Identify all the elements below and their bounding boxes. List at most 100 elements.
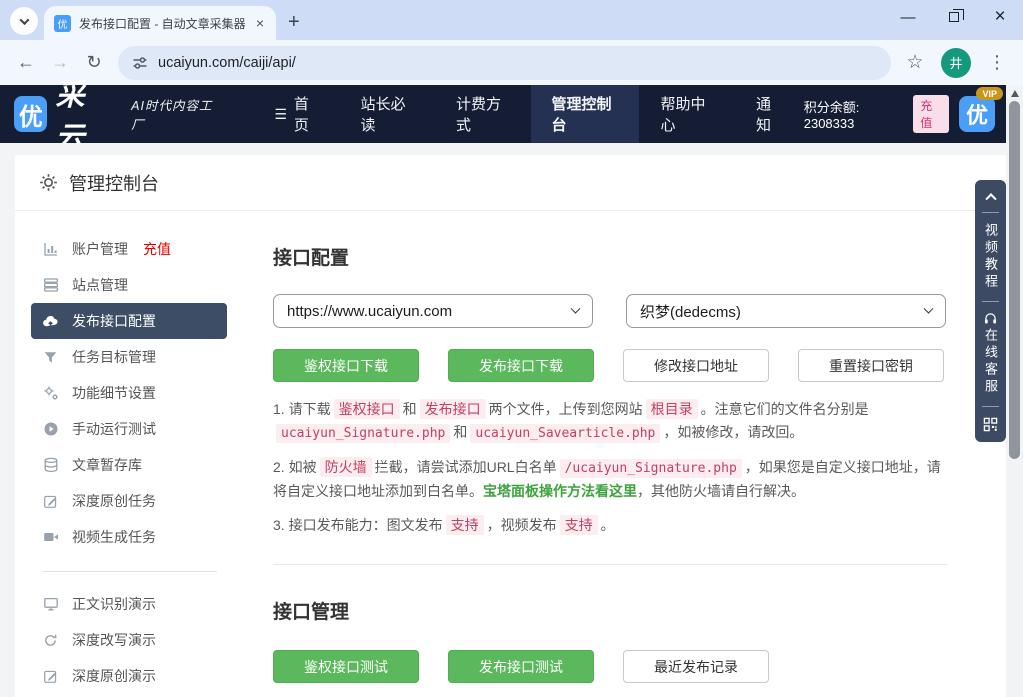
page-header: 管理控制台 (15, 155, 1006, 211)
tab-close-icon[interactable]: × (254, 15, 266, 31)
menu-label: 站长必读 (361, 93, 415, 135)
inline-text: 。注意它们的文件名分别是 (701, 401, 869, 417)
sidebar-item-article-store[interactable]: 文章暂存库 (31, 447, 227, 483)
menu-item-notice[interactable]: 通知 (735, 85, 804, 143)
sidebar-item-content-demo[interactable]: 正文识别演示 (31, 586, 227, 622)
menu-item-must-read[interactable]: 站长必读 (340, 85, 436, 143)
publish-api-download-button[interactable]: 发布接口下载 (448, 349, 594, 382)
sidebar-item-manual-test[interactable]: 手动运行测试 (31, 411, 227, 447)
main-content: 接口配置 https://www.ucaiyun.com 织梦(dedecms)… (243, 225, 1006, 697)
inline-code: /ucaiyun_Signature.php (560, 459, 742, 478)
server-icon (42, 277, 59, 294)
inline-link[interactable]: 宝塔面板操作方法看这里 (483, 483, 637, 499)
browser-toolbar: ← → ↻ ucaiyun.com/caiji/api/ ☆ 井 ⋮ (0, 40, 1023, 85)
inline-text: 拦截，请尝试添加URL白名单 (375, 459, 557, 475)
sidebar-divider (42, 571, 217, 572)
play-circle-icon (42, 421, 59, 438)
panel-divider (982, 301, 999, 302)
online-service-link[interactable]: 在线客服 (984, 328, 997, 396)
sidebar-item-deep-original-task[interactable]: 深度原创任务 (31, 483, 227, 519)
site-select-value: https://www.ucaiyun.com (287, 303, 452, 320)
back-button[interactable]: ← (10, 47, 42, 79)
menu-item-home[interactable]: ☰ 首页 (253, 85, 339, 143)
scrollbar-thumb[interactable] (1009, 101, 1020, 459)
section-title-interface-config: 接口配置 (273, 243, 948, 270)
menu-item-help[interactable]: 帮助中心 (639, 85, 735, 143)
note-2: 2. 如被防火墙拦截，请尝试添加URL白名单/ucaiyun_Signature… (273, 456, 948, 503)
publish-api-test-button[interactable]: 发布接口测试 (448, 650, 594, 683)
bookmark-star-icon[interactable]: ☆ (899, 47, 931, 79)
sidebar-label: 正文识别演示 (72, 594, 156, 614)
auth-api-test-button[interactable]: 鉴权接口测试 (273, 650, 419, 683)
content-card: 管理控制台 账户管理 充值 站点管理 (15, 155, 1006, 697)
url-bar[interactable]: ucaiyun.com/caiji/api/ (118, 46, 891, 80)
sidebar-item-video-task[interactable]: 视频生成任务 (31, 519, 227, 555)
site-logo[interactable]: 优 采云 AI时代内容工厂 (14, 85, 219, 143)
browser-tab[interactable]: 优 发布接口配置 - 自动文章采集器 × (44, 6, 276, 40)
menu-label: 管理控制台 (552, 93, 619, 135)
select-row: https://www.ucaiyun.com 织梦(dedecms) (273, 294, 948, 328)
inline-code: 发布接口 (420, 399, 486, 419)
restore-button[interactable] (931, 0, 977, 34)
cms-select[interactable]: 织梦(dedecms) (626, 294, 946, 328)
sidebar-item-account[interactable]: 账户管理 充值 (31, 231, 227, 267)
user-avatar[interactable]: 优 VIP (959, 96, 995, 132)
sidebar-item-sites[interactable]: 站点管理 (31, 267, 227, 303)
inline-text: ，如被修改，请改回。 (663, 424, 803, 440)
reset-api-key-button[interactable]: 重置接口密钥 (798, 349, 944, 382)
manage-buttons-row: 鉴权接口测试 发布接口测试 最近发布记录 (273, 650, 948, 683)
inline-text: 和 (403, 401, 417, 417)
sidebar-item-original-demo[interactable]: 深度原创演示 (31, 658, 227, 694)
site-select[interactable]: https://www.ucaiyun.com (273, 294, 593, 328)
sidebar-item-publish-api[interactable]: 发布接口配置 (31, 303, 227, 339)
modify-api-address-button[interactable]: 修改接口地址 (623, 349, 769, 382)
section-title-interface-manage: 接口管理 (273, 597, 948, 624)
inline-text: 和 (453, 424, 467, 440)
auth-api-download-button[interactable]: 鉴权接口下载 (273, 349, 419, 382)
inline-code: 根目录 (646, 399, 698, 419)
points-balance: 积分余额: 2308333 (804, 97, 904, 131)
sidebar-item-task-targets[interactable]: 任务目标管理 (31, 339, 227, 375)
browser-profile-avatar[interactable]: 井 (941, 48, 971, 78)
panel-divider (982, 406, 999, 407)
recharge-link[interactable]: 充值 (143, 239, 171, 259)
inline-code: 鉴权接口 (334, 399, 400, 419)
sidebar-label: 任务目标管理 (72, 347, 156, 367)
menu-item-console[interactable]: 管理控制台 (531, 85, 640, 143)
page-scrollbar[interactable] (1006, 85, 1023, 697)
recharge-button[interactable]: 充值 (913, 95, 949, 133)
window-controls: — × (885, 0, 1023, 34)
scroll-up-arrow-icon[interactable] (1011, 90, 1019, 97)
sidebar-label: 深度原创任务 (72, 491, 156, 511)
sidebar-item-feature-settings[interactable]: 功能细节设置 (31, 375, 227, 411)
new-tab-button[interactable]: + (288, 12, 300, 32)
section-divider (273, 564, 948, 565)
sidebar-label: 站点管理 (72, 275, 128, 295)
browser-chrome: 优 发布接口配置 - 自动文章采集器 × + — × ← → ↻ ucaiyun… (0, 0, 1023, 85)
video-tutorial-link[interactable]: 视频教程 (984, 223, 997, 291)
inline-text: 两个文件，上传到您网站 (489, 401, 643, 417)
chevron-down-icon (19, 15, 29, 25)
qr-code-icon[interactable] (983, 417, 998, 432)
browser-menu-icon[interactable]: ⋮ (981, 47, 1013, 79)
url-text[interactable]: ucaiyun.com/caiji/api/ (158, 55, 296, 71)
page-background: 管理控制台 账户管理 充值 站点管理 (0, 143, 1023, 697)
vip-badge: VIP (976, 87, 1003, 100)
close-button[interactable]: × (977, 0, 1023, 34)
tab-search-button[interactable] (10, 7, 38, 35)
sidebar-item-rewrite-demo[interactable]: 深度改写演示 (31, 622, 227, 658)
recent-publish-records-button[interactable]: 最近发布记录 (623, 650, 769, 683)
tab-title: 发布接口配置 - 自动文章采集器 (79, 15, 246, 32)
site-favicon-icon: 优 (54, 15, 71, 32)
tune-icon (132, 55, 148, 71)
filter-icon (42, 349, 59, 366)
page-title: 管理控制台 (69, 170, 159, 196)
headset-icon (984, 312, 997, 324)
note-3: 3. 接口发布能力：图文发布支持，视频发布支持。 (273, 514, 948, 537)
menu-item-billing[interactable]: 计费方式 (435, 85, 531, 143)
config-buttons-row: 鉴权接口下载 发布接口下载 修改接口地址 重置接口密钥 (273, 349, 948, 382)
back-to-top-button[interactable] (985, 193, 996, 204)
avatar-icon: 优 (959, 96, 995, 132)
inline-text: 2. 如被 (273, 459, 317, 475)
minimize-button[interactable]: — (885, 0, 931, 34)
